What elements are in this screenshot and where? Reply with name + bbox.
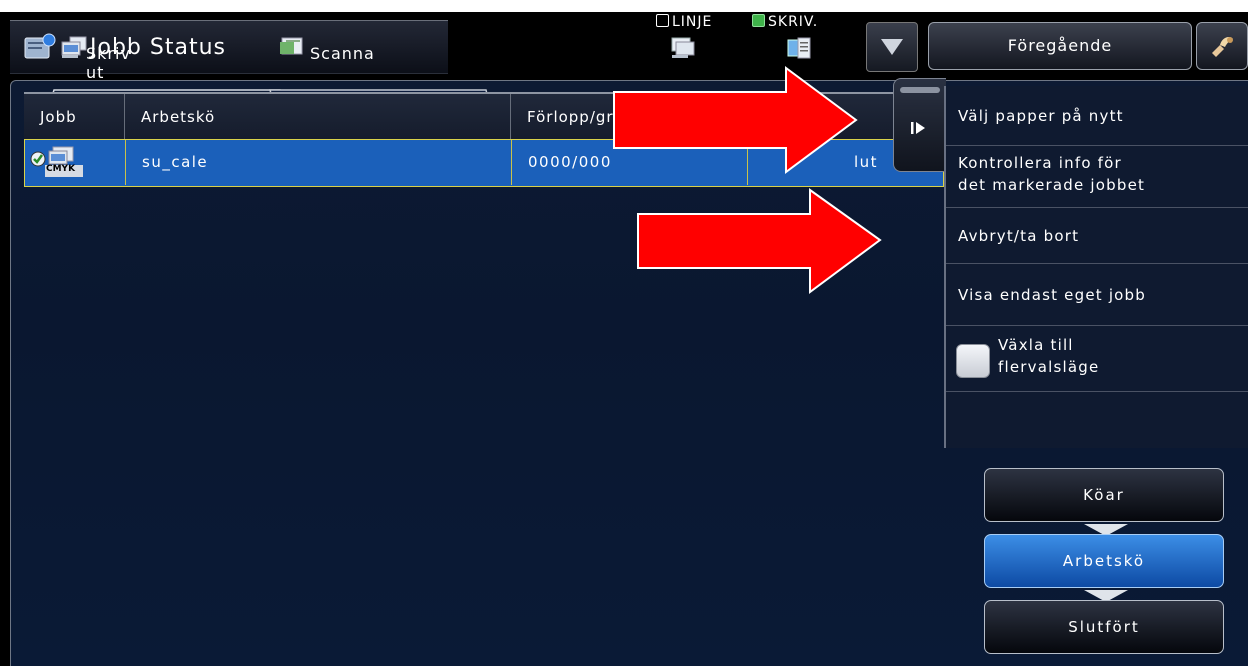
mode-print-indicator: SKRIV. <box>752 14 818 30</box>
handle-grip <box>900 87 940 93</box>
menu-item-check-info[interactable]: Kontrollera info för det markerade jobbe… <box>946 146 1248 208</box>
arbetsko-cell: su_cale <box>125 140 511 185</box>
menu-item-multi-select[interactable]: Växla till flervalsläge <box>946 326 1248 392</box>
job-status-icon <box>24 33 56 59</box>
menu-item-own-jobs[interactable]: Visa endast eget jobb <box>946 264 1248 326</box>
scan-tab-icon <box>278 36 306 60</box>
col-arbetsko[interactable]: Arbetskö <box>124 94 510 140</box>
annotation-arrow-top <box>613 66 858 174</box>
job-type-icon <box>30 146 83 177</box>
help-icon <box>1212 37 1233 57</box>
print-mode-icon <box>786 36 812 60</box>
line-checkbox-icon <box>656 14 669 27</box>
tab-print-label: Skriv ut <box>86 44 131 82</box>
menu-item-cancel-delete[interactable]: Avbryt/ta bort <box>946 208 1248 264</box>
menu-item-select-paper[interactable]: Välj papper på nytt <box>946 86 1248 146</box>
dropdown-button[interactable] <box>866 22 918 72</box>
collapse-arrow-icon <box>911 122 925 134</box>
mode-print-label: SKRIV. <box>768 14 819 30</box>
side-menu-toggle[interactable] <box>893 78 946 172</box>
job-queue-button[interactable]: Arbetskö <box>984 534 1224 588</box>
dropdown-triangle-icon <box>881 39 903 55</box>
col-jobb[interactable]: Jobb <box>24 94 124 140</box>
job-cell: CMYK <box>25 140 125 185</box>
mode-line-indicator: LINJE <box>656 14 712 30</box>
side-menu: Välj papper på nytt Kontrollera info för… <box>944 86 1248 448</box>
help-button[interactable] <box>1196 22 1248 70</box>
menu-item-empty <box>946 392 1248 448</box>
cmyk-badge: CMYK <box>46 164 76 174</box>
multi-select-label: Växla till flervalsläge <box>998 336 1100 376</box>
completed-button[interactable]: Slutfört <box>984 600 1224 654</box>
queue-button[interactable]: Köar <box>984 468 1224 522</box>
tab-scan-label: Scanna <box>310 44 375 63</box>
previous-button[interactable]: Föregående <box>928 22 1192 70</box>
mode-line-label: LINJE <box>672 14 713 30</box>
multi-select-checkbox[interactable] <box>956 344 990 378</box>
screen: Jobb Status LINJE SKRIV. Föregående Skri… <box>0 12 1248 666</box>
annotation-arrow-bottom <box>637 188 882 294</box>
print-checkbox-icon <box>752 14 765 27</box>
line-pc-icon <box>670 36 696 60</box>
print-tab-icon <box>60 36 88 60</box>
